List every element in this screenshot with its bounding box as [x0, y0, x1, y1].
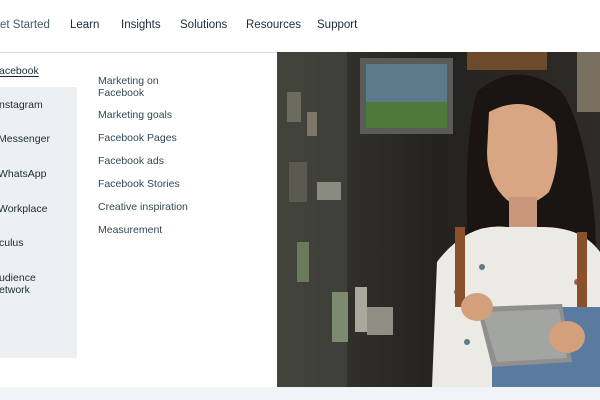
platform-oculus-label: culus	[0, 237, 24, 249]
link-facebook-stories[interactable]: Facebook Stories	[98, 178, 180, 190]
link-marketing-goals[interactable]: Marketing goals	[98, 109, 172, 121]
woman-with-tablet-illustration	[277, 52, 600, 387]
platform-audience-network-label: udience	[0, 272, 36, 284]
link-marketing-on-facebook-line2: Facebook	[98, 87, 145, 99]
nav-resources[interactable]: Resources	[246, 19, 301, 31]
platform-list-panel	[0, 87, 77, 358]
platform-oculus[interactable]: culus	[0, 237, 77, 249]
nav-support[interactable]: Support	[317, 19, 357, 31]
platform-facebook-label: acebook	[0, 65, 39, 77]
link-marketing-on-facebook[interactable]: Marketing on Facebook	[98, 75, 159, 99]
platform-messenger-label: Messenger	[0, 133, 50, 145]
platform-whatsapp-label: WhatsApp	[0, 168, 47, 180]
platform-instagram-label: nstagram	[0, 99, 43, 111]
nav-insights[interactable]: Insights	[121, 19, 161, 31]
nav-solutions[interactable]: Solutions	[180, 19, 227, 31]
link-facebook-ads[interactable]: Facebook ads	[98, 155, 164, 167]
top-navigation: et Started Learn Insights Solutions Reso…	[0, 0, 600, 52]
nav-get-started[interactable]: et Started	[0, 19, 50, 31]
platform-messenger[interactable]: Messenger	[0, 133, 77, 145]
nav-learn[interactable]: Learn	[70, 19, 99, 31]
hero-image	[277, 52, 600, 387]
platform-facebook[interactable]: acebook	[0, 65, 77, 77]
link-creative-inspiration[interactable]: Creative inspiration	[98, 201, 188, 213]
get-started-dropdown: acebook nstagram Messenger WhatsApp Work…	[0, 52, 277, 387]
page-footer-strip	[0, 387, 600, 400]
platform-audience-network[interactable]: udience etwork	[0, 272, 77, 296]
link-marketing-on-facebook-line1: Marketing on	[98, 75, 159, 87]
platform-whatsapp[interactable]: WhatsApp	[0, 168, 77, 180]
link-facebook-pages[interactable]: Facebook Pages	[98, 132, 177, 144]
platform-audience-network-label-line2: etwork	[0, 284, 30, 296]
link-measurement[interactable]: Measurement	[98, 224, 162, 236]
platform-workplace-label: Workplace	[0, 203, 48, 215]
platform-instagram[interactable]: nstagram	[0, 99, 77, 111]
platform-workplace[interactable]: Workplace	[0, 203, 77, 215]
